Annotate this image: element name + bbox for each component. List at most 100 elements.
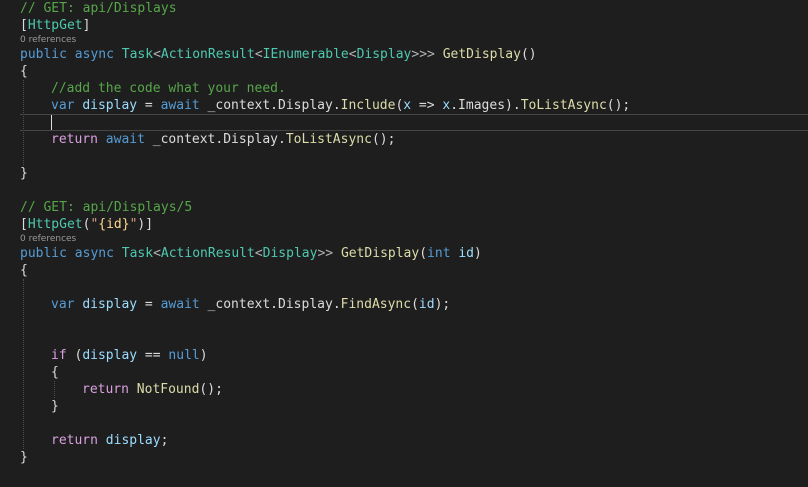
code-token: display (82, 348, 138, 363)
codelens-label[interactable]: 0 references (20, 35, 76, 45)
indent-guide (23, 279, 24, 449)
code-token: int (427, 246, 451, 261)
code-token: id (418, 297, 435, 312)
code-token: } (20, 450, 28, 465)
code-token: < (254, 47, 263, 62)
code-token: return (82, 382, 129, 397)
code-token: _context. (144, 132, 224, 147)
code-token: x (403, 98, 412, 113)
code-token: await (105, 132, 145, 147)
code-token: // GET: api/Displays/5 (20, 200, 193, 215)
code-line: // GET: api/Displays/5 (20, 199, 192, 216)
code-token: return (51, 433, 98, 448)
code-token: { (20, 64, 28, 79)
code-token: // GET: api/Displays (20, 1, 177, 16)
code-line: public async Task<ActionResult<Display>>… (20, 245, 482, 262)
code-line: public async Task<ActionResult<IEnumerab… (20, 46, 537, 63)
codelens-label[interactable]: 0 references (20, 234, 76, 244)
code-token: {id} (98, 217, 130, 232)
code-token: id (458, 246, 475, 261)
code-line: return NotFound(); (82, 381, 223, 398)
code-line: //add the code what your need. (51, 80, 286, 97)
code-line: // GET: api/Displays (20, 0, 177, 17)
code-token: >> (317, 246, 334, 261)
code-token: (); (371, 132, 396, 147)
code-line: if (display == null) (51, 347, 208, 364)
code-token: ; (160, 433, 169, 448)
code-line: return display; (51, 432, 168, 449)
code-token: ); (434, 297, 451, 312)
code-token: ) (474, 246, 482, 261)
code-token: ToListAsync (285, 132, 372, 147)
code-token: async (74, 47, 114, 62)
code-token: public (20, 47, 67, 62)
code-line: { (51, 364, 59, 381)
code-token: null (168, 348, 200, 363)
code-token: (); (199, 382, 223, 397)
code-token: var (51, 297, 75, 312)
code-token: } (20, 166, 28, 181)
indent-guide (54, 381, 55, 398)
code-token: == (137, 348, 169, 363)
code-token: return (51, 132, 98, 147)
code-token: { (20, 263, 28, 278)
code-token: Display (262, 246, 318, 261)
code-token: .Images). (450, 98, 521, 113)
code-token: ( (411, 297, 419, 312)
code-token: . (332, 297, 341, 312)
code-token: (); (606, 98, 631, 113)
code-token: display (82, 297, 138, 312)
code-token: => (411, 98, 443, 113)
code-token: ActionResult (160, 47, 255, 62)
code-line: } (20, 165, 28, 182)
code-token: display (105, 433, 161, 448)
code-line: var display = await _context.Display.Fin… (51, 296, 450, 313)
code-token: await (160, 98, 200, 113)
code-token: . (278, 132, 286, 147)
code-token: } (51, 399, 59, 414)
code-token: Task (121, 246, 154, 261)
code-token: ( (419, 246, 428, 261)
code-token: [ (20, 18, 28, 33)
code-token: [ (20, 217, 28, 232)
code-token: NotFound (136, 382, 200, 397)
code-line: } (20, 449, 28, 466)
code-token: >>> (411, 47, 435, 62)
code-token: IEnumerable (262, 47, 349, 62)
code-token: //add the code what your need. (51, 81, 286, 96)
code-token: HttpGet (27, 217, 83, 232)
code-token: FindAsync (340, 297, 412, 312)
code-token: ActionResult (160, 246, 255, 261)
code-line: [HttpGet("{id}")] (20, 216, 153, 233)
code-token: < (153, 47, 161, 62)
code-token: Task (121, 47, 154, 62)
code-token: Display (356, 47, 412, 62)
code-token: ) (199, 348, 208, 363)
code-token: . (332, 98, 341, 113)
code-editor[interactable]: // GET: api/Displays [HttpGet] 0 reference… (0, 0, 808, 487)
code-token: display (82, 98, 138, 113)
code-line: return await _context.Display.ToListAsyn… (51, 131, 395, 148)
code-token: await (160, 297, 200, 312)
codelens-references[interactable]: 0 references (20, 233, 76, 245)
code-line: var display = await _context.Display.Inc… (51, 97, 630, 114)
code-token: = (137, 297, 161, 312)
code-line: [HttpGet] (20, 17, 90, 34)
code-token: GetDisplay (442, 47, 521, 62)
codelens-references[interactable]: 0 references (20, 34, 76, 46)
code-token: ( (66, 348, 83, 363)
code-token: < (254, 246, 263, 261)
code-token: if (51, 348, 67, 363)
code-token: < (153, 246, 161, 261)
code-token: Display (278, 98, 333, 113)
code-token: GetDisplay (340, 246, 420, 261)
code-token: Include (340, 98, 396, 113)
code-line: } (51, 398, 59, 415)
code-token: public (20, 246, 67, 261)
